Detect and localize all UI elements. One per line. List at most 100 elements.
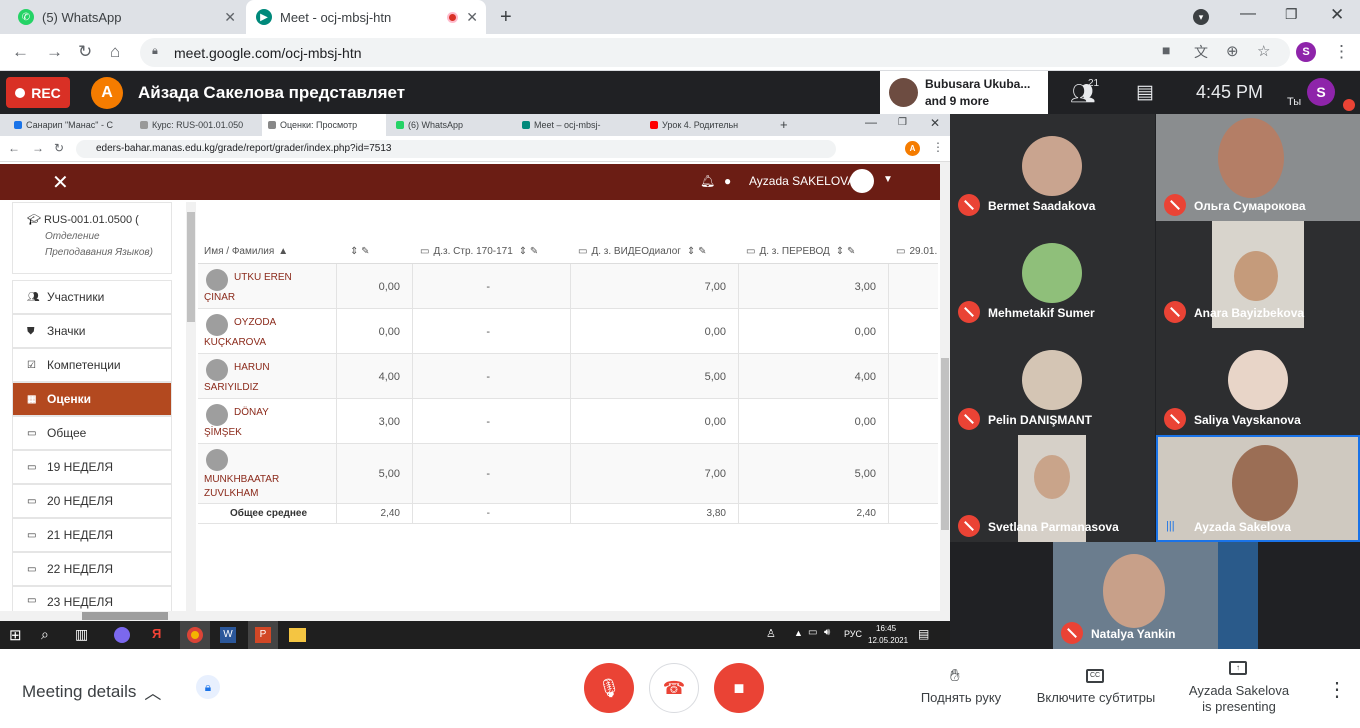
scrollbar-thumb[interactable] xyxy=(82,612,168,620)
bookmark-star-icon[interactable]: ☆ xyxy=(1257,42,1270,60)
sidebar-item-grades[interactable]: ▦ Оценки xyxy=(12,382,172,416)
course-title-block[interactable]: 🎓︎ RUS-001.01.0500 ( Отделение Преподава… xyxy=(12,202,172,274)
sidebar-item-competencies[interactable]: ☑ Компетенции xyxy=(12,348,172,382)
present-icon[interactable]: ↑ xyxy=(1229,661,1247,675)
forward-icon[interactable]: → xyxy=(46,42,63,62)
participant-preview[interactable]: Bubusara Ukuba... and 9 more xyxy=(880,71,1048,114)
close-drawer-icon[interactable]: ✕ xyxy=(52,170,69,195)
tab-search-icon[interactable]: ▾ xyxy=(1193,9,1209,25)
grade-cell[interactable]: - xyxy=(412,281,490,293)
header-col1-cell[interactable]: ⇕ ✎ xyxy=(350,246,370,257)
student-last-name[interactable]: ŞİMŞEK xyxy=(204,427,242,438)
grade-cell[interactable]: 0,00 xyxy=(738,326,876,338)
bell-icon[interactable]: 🔔︎ xyxy=(700,174,715,188)
self-avatar[interactable]: S xyxy=(1307,78,1335,106)
url-field[interactable]: 🔒︎ meet.google.com/ocj-mbsj-htn xyxy=(140,38,1290,67)
inner-tab[interactable]: Санарип "Манас" - С xyxy=(8,114,130,136)
grade-cell[interactable]: 5,00 xyxy=(336,468,400,480)
raise-hand-icon[interactable]: ✋︎ xyxy=(950,666,960,686)
grade-cell[interactable]: 5,00 xyxy=(738,468,876,480)
reload-icon[interactable]: ↻ xyxy=(54,141,64,155)
folder-icon[interactable] xyxy=(289,628,306,642)
participant-tile[interactable]: Pelin DANIŞMANT xyxy=(950,328,1155,435)
powerpoint-taskbar-icon[interactable]: P xyxy=(248,621,278,649)
grade-cell[interactable]: 0,00 xyxy=(738,416,876,428)
new-tab-icon[interactable]: + xyxy=(780,117,788,132)
page-scrollbar[interactable] xyxy=(940,162,950,649)
close-icon[interactable]: ✕ xyxy=(224,9,236,26)
menu-kebab-icon[interactable]: ⋮ xyxy=(932,140,944,154)
participant-tile[interactable]: Bermet Saadakova xyxy=(950,114,1155,221)
tab-meet[interactable]: ▶ Meet - ocj-mbsj-htn ✕ xyxy=(246,0,486,34)
zoom-icon[interactable]: ⊕ xyxy=(1226,42,1239,60)
grade-cell[interactable]: 3,00 xyxy=(738,281,876,293)
sidebar-item-week-19[interactable]: ▭ 19 НЕДЕЛЯ xyxy=(12,450,172,484)
grade-cell[interactable]: 0,00 xyxy=(336,326,400,338)
presenting-line2[interactable]: is presenting xyxy=(1180,699,1298,714)
user-avatar[interactable] xyxy=(850,169,874,193)
network-icon[interactable]: ▭ xyxy=(808,627,817,638)
search-icon[interactable]: ⌕ xyxy=(41,626,49,643)
sidebar-item-general[interactable]: ▭ Общее xyxy=(12,416,172,450)
student-first-name[interactable]: UTKU EREN xyxy=(234,272,292,283)
header-col4-cell[interactable]: ▭ Д. з. ПЕРЕВОД ⇕ ✎ xyxy=(746,246,855,257)
student-last-name[interactable]: SARIYILDIZ xyxy=(204,382,258,393)
grade-cell[interactable]: - xyxy=(412,468,490,480)
grade-cell[interactable]: 7,00 xyxy=(570,281,726,293)
message-icon[interactable]: ● xyxy=(724,174,731,188)
meeting-details-button[interactable]: Meeting details ︿ xyxy=(22,679,161,704)
header-col5-cell[interactable]: ▭ 29.01. xyxy=(896,246,937,257)
window-close-icon[interactable]: ✕ xyxy=(930,116,940,130)
translate-icon[interactable]: 文 xyxy=(1194,42,1208,62)
horizontal-scrollbar[interactable] xyxy=(0,611,940,621)
captions-label[interactable]: Включите субтитры xyxy=(1030,690,1162,705)
grade-cell[interactable]: 5,00 xyxy=(570,371,726,383)
sidebar-scrollbar[interactable] xyxy=(186,202,196,612)
sidebar-item-badges[interactable]: ⛊ Значки xyxy=(12,314,172,348)
notification-icon[interactable]: ▤ xyxy=(918,627,929,641)
captions-icon[interactable]: CC xyxy=(1086,669,1104,683)
grade-cell[interactable]: 0,00 xyxy=(336,281,400,293)
chat-icon[interactable]: ▤ xyxy=(1136,81,1154,104)
leave-call-button[interactable]: ☎ xyxy=(649,663,699,713)
sidebar-item-week-21[interactable]: ▭ 21 НЕДЕЛЯ xyxy=(12,518,172,552)
sidebar-item-participants[interactable]: 👥︎ Участники xyxy=(12,280,172,314)
participant-tile[interactable]: Anara Bayizbekova xyxy=(1156,221,1360,328)
student-first-name[interactable]: MUNKHBAATAR xyxy=(204,474,279,485)
participant-tile[interactable]: Svetlana Parmanasova xyxy=(950,435,1155,542)
language-indicator[interactable]: РУС xyxy=(844,629,862,639)
back-icon[interactable]: ← xyxy=(12,42,29,62)
chevron-down-icon[interactable]: ▼ xyxy=(883,174,893,185)
participant-tile[interactable]: Natalya Yankin xyxy=(1053,542,1258,649)
inner-tab-active[interactable]: Оценки: Просмотр xyxy=(262,114,386,136)
grade-cell[interactable]: 0,00 xyxy=(570,326,726,338)
grade-cell[interactable]: 3,00 xyxy=(336,416,400,428)
scrollbar-thumb[interactable] xyxy=(187,212,195,322)
grade-cell[interactable]: 4,00 xyxy=(738,371,876,383)
inner-url-field[interactable]: eders-bahar.manas.edu.kg/grade/report/gr… xyxy=(76,140,836,158)
presenting-line1[interactable]: Ayzada Sakelova xyxy=(1180,683,1298,698)
grade-cell[interactable]: 4,00 xyxy=(336,371,400,383)
security-shield-icon[interactable]: 🔒︎ xyxy=(196,675,220,699)
inner-tab[interactable]: Урок 4. Родительн xyxy=(644,114,764,136)
inner-tab[interactable]: Курс: RUS-001.01.050 xyxy=(134,114,254,136)
grade-cell[interactable]: 7,00 xyxy=(570,468,726,480)
header-name-cell[interactable]: Имя / Фамилия ▲ xyxy=(204,246,288,257)
student-first-name[interactable]: DÖNAY xyxy=(234,407,269,418)
grade-cell[interactable]: - xyxy=(412,416,490,428)
restore-icon[interactable]: ❐ xyxy=(898,117,907,128)
forward-icon[interactable]: → xyxy=(32,141,44,155)
grade-cell[interactable]: - xyxy=(412,326,490,338)
tab-whatsapp[interactable]: ✆ (5) WhatsApp ✕ xyxy=(8,0,244,34)
more-options-icon[interactable]: ⋮ xyxy=(1327,677,1347,702)
inner-tab[interactable]: Meet – ocj-mbsj- xyxy=(516,114,640,136)
student-last-name[interactable]: ÇINAR xyxy=(204,292,235,303)
restore-icon[interactable]: ❐ xyxy=(1285,6,1298,23)
participant-tile[interactable]: Saliya Vayskanova xyxy=(1156,328,1360,435)
header-col3-cell[interactable]: ▭ Д. з. ВИДЕОдиалог ⇕ ✎ xyxy=(578,246,706,257)
back-icon[interactable]: ← xyxy=(8,141,20,155)
camera-toggle-button[interactable]: ■ xyxy=(714,663,764,713)
sidebar-item-week-23[interactable]: ▭ 23 НЕДЕЛЯ xyxy=(12,586,172,612)
inner-tab[interactable]: (6) WhatsApp xyxy=(390,114,508,136)
minimize-icon[interactable]: — xyxy=(1240,5,1256,23)
